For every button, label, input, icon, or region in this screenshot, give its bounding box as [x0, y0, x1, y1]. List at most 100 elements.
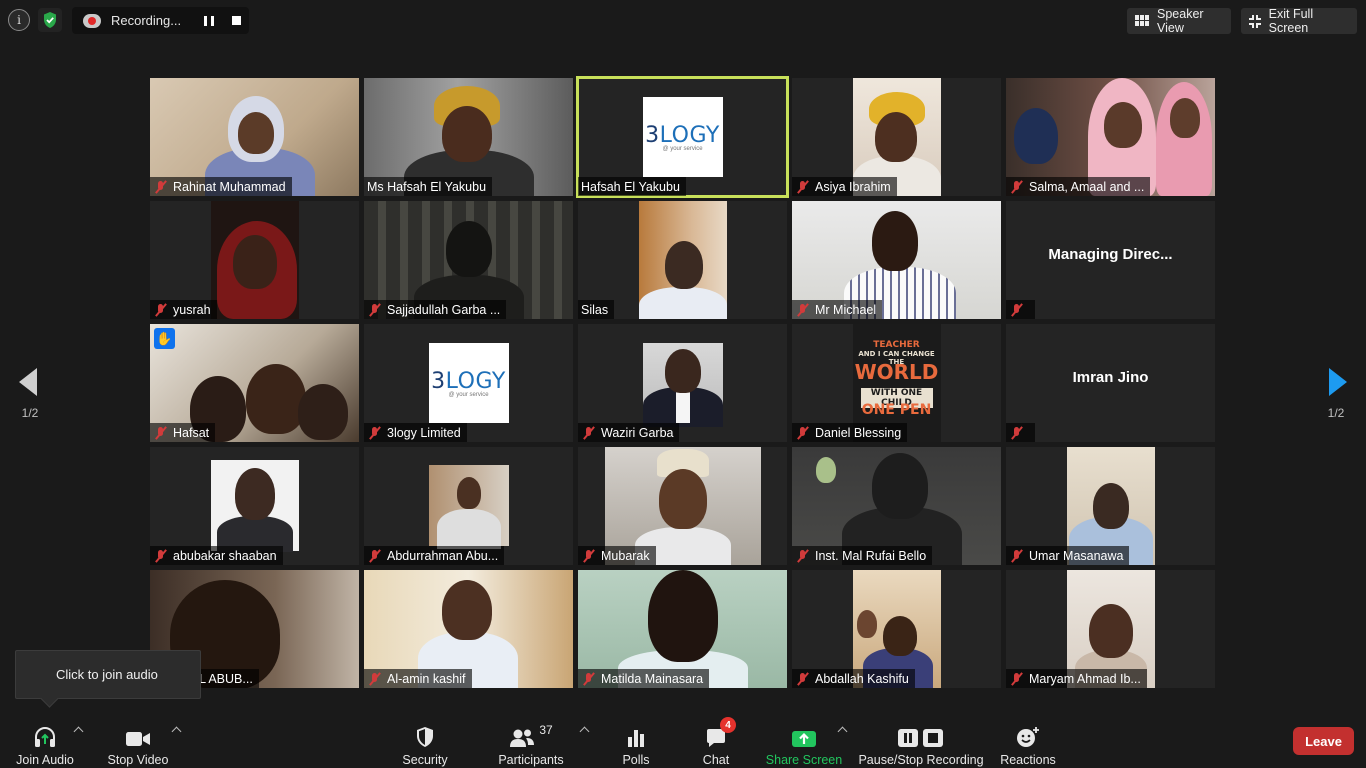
active-speaker-tile[interactable]: 3LOGY @ your service Hafsah El Yakubu	[576, 76, 789, 198]
participant-tile[interactable]: Sajjadullah Garba ...	[364, 201, 573, 319]
exit-fullscreen-label: Exit Full Screen	[1268, 7, 1314, 35]
muted-mic-icon	[367, 426, 383, 440]
participant-tile[interactable]: Umar Masanawa	[1006, 447, 1215, 565]
muted-mic-icon	[1009, 426, 1025, 440]
participant-display-name: Managing Direc...	[1048, 246, 1173, 263]
muted-mic-icon	[153, 303, 169, 317]
stop-video-button[interactable]: Stop Video	[104, 710, 172, 768]
participant-tile[interactable]: Asiya Ibrahim	[792, 78, 1001, 196]
participant-tile[interactable]: Silas	[578, 201, 787, 319]
headphones-icon	[33, 720, 57, 748]
participant-tile[interactable]: abubakar shaaban	[150, 447, 359, 565]
participant-name-label: Salma, Amaal and ...	[1006, 177, 1151, 196]
page-indicator-right: 1/2	[1327, 406, 1345, 420]
participant-tile[interactable]: Mubarak	[578, 447, 787, 565]
muted-mic-icon	[1009, 549, 1025, 563]
share-screen-icon	[791, 720, 817, 748]
participant-name-label: Matilda Mainasara	[578, 669, 710, 688]
video-camera-icon	[125, 720, 151, 748]
recording-icon	[83, 13, 101, 28]
join-audio-tooltip: Click to join audio	[15, 650, 201, 699]
participant-name-label: Asiya Ibrahim	[792, 177, 897, 196]
participant-tile[interactable]: ✋ Hafsat	[150, 324, 359, 442]
participant-tile[interactable]: Salma, Amaal and ...	[1006, 78, 1215, 196]
speaker-view-button[interactable]: Speaker View	[1127, 7, 1231, 35]
page-indicator-left: 1/2	[21, 406, 39, 420]
participants-button[interactable]: 37 Participants	[496, 710, 566, 768]
info-icon[interactable]: i	[8, 9, 30, 31]
polls-chart-icon	[626, 720, 646, 748]
muted-mic-icon	[1009, 672, 1025, 686]
participant-tile[interactable]: TEACHER AND I CAN CHANGE THE WORLD WITH …	[792, 324, 1001, 442]
share-screen-button[interactable]: Share Screen	[766, 710, 842, 768]
recording-indicator: Recording...	[72, 7, 249, 34]
video-options-caret-icon[interactable]	[171, 726, 182, 737]
participant-display-name: Imran Jino	[1072, 369, 1149, 386]
raised-hand-icon: ✋	[154, 328, 175, 349]
next-page-button[interactable]: 1/2	[1321, 362, 1351, 420]
muted-mic-icon	[153, 426, 169, 440]
participant-video	[210, 201, 299, 319]
participant-name-label: Inst. Mal Rufai Bello	[792, 546, 933, 565]
security-button[interactable]: Security	[398, 710, 452, 768]
participant-name-label: Rahinat Muhammad	[150, 177, 292, 196]
speaker-view-label: Speaker View	[1157, 7, 1204, 35]
participant-name-label: abubakar shaaban	[150, 546, 283, 565]
participant-tile[interactable]: Rahinat Muhammad	[150, 78, 359, 196]
previous-page-button[interactable]: 1/2	[15, 362, 45, 420]
participant-tile[interactable]: Maryam Ahmad Ib...	[1006, 570, 1215, 688]
participant-tile[interactable]: 3LOGY @ your service 3logy Limited	[364, 324, 573, 442]
encryption-shield-icon[interactable]	[38, 8, 62, 32]
participant-name-label: yusrah	[150, 300, 217, 319]
chat-unread-badge: 4	[720, 717, 736, 733]
participant-name-label: Daniel Blessing	[792, 423, 908, 442]
participant-tile[interactable]: Matilda Mainasara	[578, 570, 787, 688]
meeting-toolbar: Join Audio Stop Video Security 37 Partic…	[0, 710, 1366, 768]
participant-video	[642, 343, 723, 427]
polls-button[interactable]: Polls	[614, 710, 658, 768]
participant-tile[interactable]: yusrah	[150, 201, 359, 319]
recording-label: Recording...	[111, 13, 182, 28]
muted-mic-icon	[795, 672, 811, 686]
participant-video	[638, 201, 727, 319]
muted-mic-icon	[795, 549, 811, 563]
participant-video	[210, 460, 299, 552]
participant-name-label: 3logy Limited	[364, 423, 467, 442]
muted-mic-icon	[153, 180, 169, 194]
join-audio-button[interactable]: Join Audio	[12, 710, 78, 768]
gallery-grid: Rahinat Muhammad Ms Hafsah El Yakubu 3LO…	[150, 76, 1216, 689]
participant-tile[interactable]: Managing Direc...	[1006, 201, 1215, 319]
participant-tile[interactable]: Inst. Mal Rufai Bello	[792, 447, 1001, 565]
pause-recording-icon[interactable]	[204, 16, 214, 26]
participant-name-label: Al-amin kashif	[364, 669, 472, 688]
stop-recording-icon[interactable]	[232, 16, 241, 25]
gallery-grid-icon	[1135, 15, 1149, 27]
participant-tile[interactable]: Imran Jino	[1006, 324, 1215, 442]
participant-tile[interactable]: Mr Michael	[792, 201, 1001, 319]
reactions-button[interactable]: Reactions	[1000, 710, 1056, 768]
participant-tile[interactable]: Ms Hafsah El Yakubu	[364, 78, 573, 196]
exit-fullscreen-button[interactable]: Exit Full Screen	[1241, 7, 1357, 35]
muted-mic-icon	[153, 549, 169, 563]
participant-tile[interactable]: Abdallah Kashifu	[792, 570, 1001, 688]
participant-name-label: Abdallah Kashifu	[792, 669, 915, 688]
muted-mic-icon	[367, 303, 383, 317]
participant-name-label: Maryam Ahmad Ib...	[1006, 669, 1147, 688]
3logy-logo: 3LOGY @ your service	[428, 343, 509, 423]
muted-mic-icon	[795, 180, 811, 194]
muted-mic-icon	[367, 549, 383, 563]
leave-button[interactable]: Leave	[1293, 727, 1354, 755]
participant-name-label: Silas	[578, 300, 615, 319]
muted-mic-icon	[367, 672, 383, 686]
participants-options-caret-icon[interactable]	[579, 726, 590, 737]
chat-button[interactable]: 4 Chat	[694, 710, 738, 768]
participant-tile[interactable]: Waziri Garba	[578, 324, 787, 442]
participant-tile[interactable]: Abdurrahman Abu...	[364, 447, 573, 565]
muted-mic-icon	[581, 549, 597, 563]
participant-name-label: Waziri Garba	[578, 423, 680, 442]
pause-stop-recording-button[interactable]: Pause/Stop Recording	[858, 710, 984, 768]
participant-tile[interactable]: Al-amin kashif	[364, 570, 573, 688]
muted-mic-icon	[1009, 180, 1025, 194]
muted-mic-icon	[581, 426, 597, 440]
muted-mic-icon	[581, 672, 597, 686]
